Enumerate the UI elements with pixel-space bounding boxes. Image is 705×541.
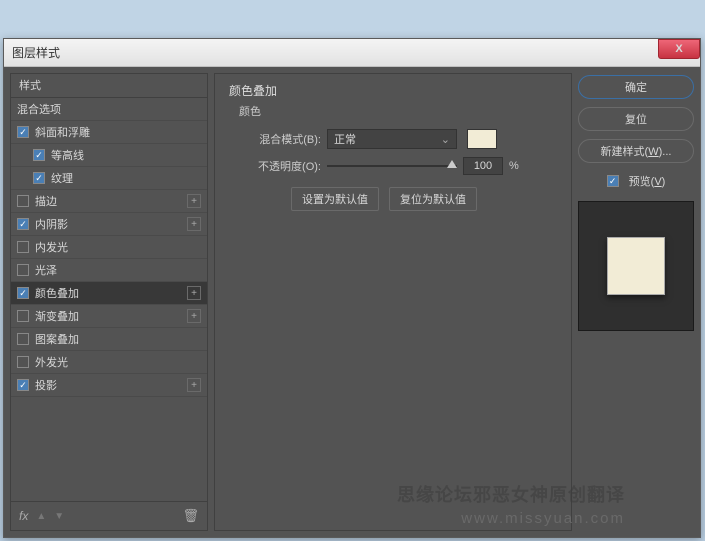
arrow-down-icon[interactable]: ▼ [54, 511, 64, 522]
style-item-0[interactable]: 斜面和浮雕 [11, 121, 207, 144]
style-item-5[interactable]: 内发光 [11, 236, 207, 259]
cancel-button[interactable]: 复位 [578, 107, 694, 131]
add-icon[interactable]: + [187, 286, 201, 300]
style-label: 内发光 [35, 239, 68, 255]
style-label: 光泽 [35, 262, 57, 278]
close-button[interactable]: X [658, 39, 700, 59]
style-item-7[interactable]: 颜色叠加 + [11, 282, 207, 305]
add-icon[interactable]: + [187, 378, 201, 392]
color-swatch[interactable] [467, 129, 497, 149]
style-label: 内阴影 [35, 216, 68, 232]
style-label: 渐变叠加 [35, 308, 79, 324]
style-item-8[interactable]: 渐变叠加 + [11, 305, 207, 328]
actions-panel: 确定 复位 新建样式(W)... 预览(V) [578, 73, 694, 531]
style-label: 图案叠加 [35, 331, 79, 347]
watermark-line2: www.missyuan.com [461, 510, 625, 527]
style-item-3[interactable]: 描边 + [11, 190, 207, 213]
styles-sidebar: 样式 混合选项 斜面和浮雕等高线纹理描边 + 内阴影 + 内发光光泽颜色叠加 + 渐变叠加 +… [10, 73, 208, 531]
arrow-up-icon[interactable]: ▲ [36, 511, 46, 522]
preview-checkbox[interactable] [607, 175, 619, 187]
layer-style-dialog: 图层样式 X 样式 混合选项 斜面和浮雕等高线纹理描边+内阴影+内发光光泽颜色叠… [3, 38, 701, 538]
sidebar-spacer [11, 397, 207, 502]
blending-options[interactable]: 混合选项 [11, 98, 207, 121]
opacity-slider[interactable] [327, 159, 457, 173]
watermark-line1: 思缘论坛邪恶女神原创翻译 [397, 481, 625, 507]
dialog-body: 样式 混合选项 斜面和浮雕等高线纹理描边+内阴影+内发光光泽颜色叠加+渐变叠加+… [4, 67, 700, 537]
style-item-4[interactable]: 内阴影 + [11, 213, 207, 236]
set-default-button[interactable]: 设置为默认值 [291, 187, 379, 211]
default-buttons: 设置为默认值 复位为默认值 [229, 187, 557, 211]
slider-thumb-icon[interactable] [447, 160, 457, 168]
styles-header[interactable]: 样式 [11, 74, 207, 98]
style-label: 等高线 [51, 147, 84, 163]
style-label: 外发光 [35, 354, 68, 370]
blend-mode-select[interactable]: 正常 [327, 129, 457, 149]
blend-mode-row: 混合模式(B): 正常 [229, 129, 557, 149]
fx-icon[interactable]: fx [19, 509, 28, 523]
reset-default-button[interactable]: 复位为默认值 [389, 187, 477, 211]
style-checkbox[interactable] [17, 126, 29, 138]
blend-mode-label: 混合模式(B): [239, 131, 321, 147]
window-title: 图层样式 [12, 44, 60, 61]
style-label: 纹理 [51, 170, 73, 186]
preview-label: 预览(V) [629, 173, 666, 189]
style-item-10[interactable]: 外发光 [11, 351, 207, 374]
style-checkbox[interactable] [17, 264, 29, 276]
style-checkbox[interactable] [17, 287, 29, 299]
ok-button[interactable]: 确定 [578, 75, 694, 99]
preview-box [578, 201, 694, 331]
add-icon[interactable]: + [187, 194, 201, 208]
add-icon[interactable]: + [187, 217, 201, 231]
sidebar-footer: fx ▲ ▼ 🗑 [11, 502, 207, 530]
style-item-6[interactable]: 光泽 [11, 259, 207, 282]
preview-swatch [607, 237, 665, 295]
new-style-button[interactable]: 新建样式(W)... [578, 139, 694, 163]
style-label: 投影 [35, 377, 57, 393]
percent-label: % [509, 160, 519, 172]
style-checkbox[interactable] [17, 333, 29, 345]
style-item-11[interactable]: 投影 + [11, 374, 207, 397]
style-item-2[interactable]: 纹理 [11, 167, 207, 190]
opacity-row: 不透明度(O): 100 % [229, 157, 557, 175]
style-item-1[interactable]: 等高线 [11, 144, 207, 167]
style-label: 描边 [35, 193, 57, 209]
style-item-9[interactable]: 图案叠加 [11, 328, 207, 351]
titlebar: 图层样式 X [4, 39, 700, 67]
style-checkbox[interactable] [17, 356, 29, 368]
panel-title: 颜色叠加 [229, 82, 557, 99]
style-checkbox[interactable] [17, 310, 29, 322]
style-label: 颜色叠加 [35, 285, 79, 301]
style-label: 斜面和浮雕 [35, 124, 90, 140]
style-checkbox[interactable] [17, 241, 29, 253]
preview-row: 预览(V) [578, 173, 694, 189]
style-checkbox[interactable] [17, 195, 29, 207]
opacity-label: 不透明度(O): [239, 158, 321, 174]
opacity-input[interactable]: 100 [463, 157, 503, 175]
settings-panel: 颜色叠加 颜色 混合模式(B): 正常 不透明度(O): 100 % 设置为默认… [214, 73, 572, 531]
trash-icon[interactable]: 🗑 [182, 508, 199, 524]
panel-subtitle: 颜色 [229, 103, 557, 119]
style-checkbox[interactable] [33, 172, 45, 184]
style-checkbox[interactable] [17, 379, 29, 391]
style-checkbox[interactable] [33, 149, 45, 161]
style-checkbox[interactable] [17, 218, 29, 230]
add-icon[interactable]: + [187, 309, 201, 323]
